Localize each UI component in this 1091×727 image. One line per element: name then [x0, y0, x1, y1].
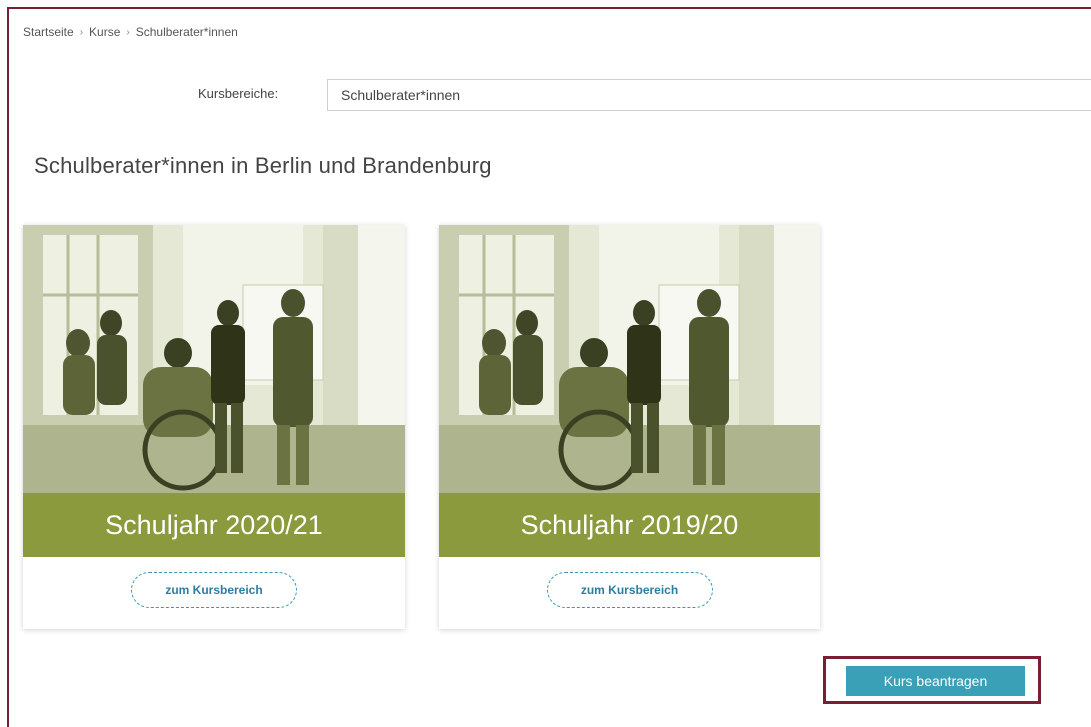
- meeting-photo-icon[interactable]: [439, 225, 820, 493]
- page-title: Schulberater*innen in Berlin und Branden…: [34, 153, 492, 178]
- breadcrumb-courses[interactable]: Kurse: [89, 25, 120, 39]
- apply-course-button[interactable]: Kurs beantragen: [846, 666, 1025, 696]
- course-card[interactable]: Schuljahr 2019/20 zum Kursbereich: [439, 225, 820, 629]
- card-title[interactable]: Schuljahr 2019/20: [439, 493, 820, 557]
- breadcrumb-current[interactable]: Schulberater*innen: [136, 25, 238, 39]
- apply-button-highlight: Kurs beantragen: [823, 656, 1041, 704]
- course-area-label: Kursbereiche:: [198, 86, 279, 101]
- meeting-photo-icon[interactable]: [23, 225, 405, 493]
- breadcrumb-separator-icon: ›: [126, 26, 130, 38]
- card-title[interactable]: Schuljahr 2020/21: [23, 493, 405, 557]
- course-area-link[interactable]: zum Kursbereich: [131, 572, 297, 608]
- breadcrumb: Startseite › Kurse › Schulberater*innen: [23, 25, 238, 39]
- course-area-select[interactable]: Schulberater*innen: [327, 79, 1091, 111]
- course-card[interactable]: Schuljahr 2020/21 zum Kursbereich: [23, 225, 405, 629]
- breadcrumb-separator-icon: ›: [79, 26, 84, 38]
- breadcrumb-home[interactable]: Startseite: [23, 25, 74, 39]
- course-area-link[interactable]: zum Kursbereich: [546, 572, 713, 608]
